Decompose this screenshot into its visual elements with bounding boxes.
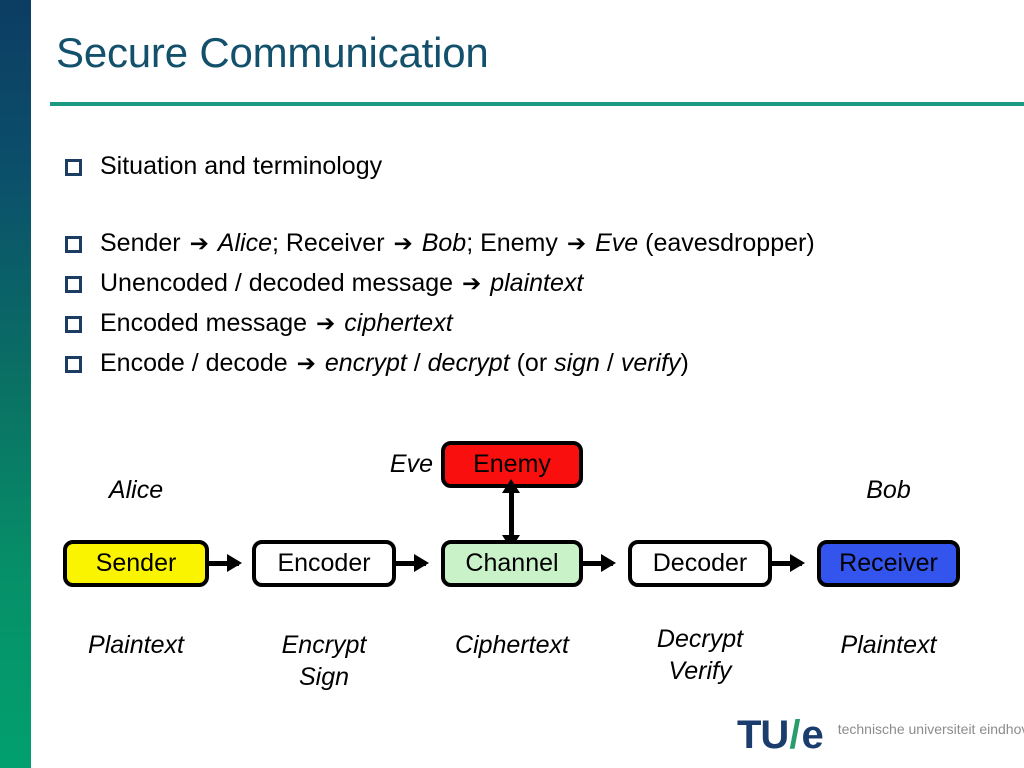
diagram-node-sender[interactable]: Sender [63,540,209,587]
bullet-text: Situation and terminology [100,152,383,180]
diagram-arrow-enemy-channel [502,479,520,549]
bullet-item-situation: Situation and terminology [60,146,1000,186]
bullet-text: Unencoded / decoded message ➔ plaintext [100,269,584,297]
diagram-arrow-sender-encoder [209,554,242,572]
stage-label-line-2: Sign [298,663,350,691]
diagram-arrow-channel-decoder [583,554,616,572]
bullet-text: Encode / decode ➔ encrypt / decrypt (or … [100,349,689,377]
logo-e-text: e [801,713,824,757]
communication-flow-diagram: Eve Alice Bob Enemy Sender Encoder Chann… [0,0,1024,768]
bullet-list: Situation and terminology Sender ➔ Alice… [60,146,1000,383]
bullet-square-icon [65,159,82,176]
bullet-text: Encoded message ➔ ciphertext [100,309,453,337]
arrow-icon: ➔ [296,350,316,376]
tue-logo: TU / e technische universiteit eindhoven [737,713,1024,758]
diagram-node-decoder[interactable]: Decoder [628,540,772,587]
diagram-node-receiver[interactable]: Receiver [817,540,960,587]
diagram-label-eve: Eve [389,450,433,478]
bullet-item-ciphertext: Encoded message ➔ ciphertext [60,303,1000,343]
stage-label-line-2: Verify [668,657,732,685]
bullet-text: Sender ➔ Alice; Receiver ➔ Bob; Enemy ➔ … [100,229,815,257]
logo-tagline: technische universiteit eindhoven [837,721,1024,737]
diagram-stage-label-sender: Plaintext [88,631,184,659]
diagram-label-bob: Bob [866,476,911,504]
diagram-label-alice: Alice [108,476,164,504]
diagram-arrow-decoder-receiver [772,554,805,572]
bullet-item-encrypt-decrypt: Encode / decode ➔ encrypt / decrypt (or … [60,343,1000,383]
title-divider [50,102,1024,106]
diagram-stage-label-channel: Ciphertext [455,631,569,659]
diagram-stage-label-receiver: Plaintext [840,631,937,659]
logo-tu-text: TU [737,713,789,757]
diagram-node-channel[interactable]: Channel [441,540,583,587]
slide-accent-sidebar [0,0,31,768]
bullet-square-icon [65,356,82,373]
diagram-stage-label-encoder: Encrypt Sign [252,629,396,693]
bullet-item-plaintext: Unencoded / decoded message ➔ plaintext [60,263,1000,303]
bullet-square-icon [65,276,82,293]
diagram-node-encoder[interactable]: Encoder [252,540,396,587]
bullet-item-names: Sender ➔ Alice; Receiver ➔ Bob; Enemy ➔ … [60,223,1000,263]
arrow-icon: ➔ [189,230,209,256]
stage-label-line-1: Encrypt [281,631,367,659]
arrow-icon: ➔ [461,270,482,296]
arrow-icon: ➔ [316,310,336,336]
diagram-stage-label-decoder: Decrypt Verify [628,623,772,687]
logo-slash-icon: / [789,713,801,757]
arrow-icon: ➔ [393,230,413,256]
page-title: Secure Communication [56,29,489,76]
arrow-icon: ➔ [566,230,587,256]
bullet-square-icon [65,236,82,253]
slide-canvas: Secure Communication Situation and termi… [0,0,1024,768]
stage-label-line-1: Decrypt [656,625,744,653]
bullet-square-icon [65,316,82,333]
diagram-arrow-encoder-channel [396,554,429,572]
